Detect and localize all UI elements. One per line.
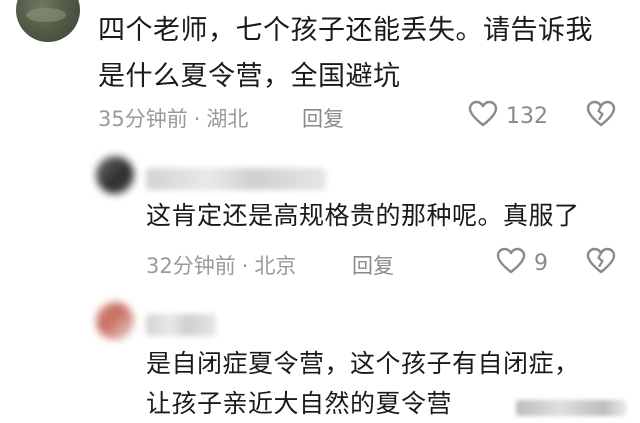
comment-time: 32分钟前 <box>146 254 236 278</box>
comment-text-line: 四个老师，七个孩子还能丢失。请告诉我 <box>98 15 593 46</box>
meta-separator: · <box>193 107 201 131</box>
username[interactable] <box>146 168 326 190</box>
comment-text-line: 是什么夏令营，全国避坑 <box>98 61 401 92</box>
like-count: 9 <box>534 250 548 276</box>
comment-location: 北京 <box>254 254 297 278</box>
reply-button[interactable]: 回复 <box>352 250 394 280</box>
heart-outline-icon <box>468 100 498 132</box>
broken-heart-outline-icon <box>586 247 616 279</box>
dislike-button[interactable] <box>586 247 616 279</box>
comment-meta: 35分钟前 · 湖北 <box>98 103 248 133</box>
avatar[interactable] <box>96 156 134 194</box>
comment-location: 湖北 <box>206 107 249 131</box>
comment-text: 是自闭症夏令营，这个孩子有自闭症， 让孩子亲近大自然的夏令营 <box>146 344 580 423</box>
like-count: 132 <box>506 103 548 129</box>
broken-heart-outline-icon <box>586 100 616 132</box>
comment-text: 这肯定还是高规格贵的那种呢。真服了 <box>146 201 580 230</box>
meta-separator: · <box>241 254 249 278</box>
comment-1: 四个老师，七个孩子还能丢失。请告诉我 是什么夏令营，全国避坑 35分钟前 · 湖北 … <box>0 0 640 140</box>
username[interactable] <box>146 314 216 336</box>
heart-outline-icon <box>496 247 526 279</box>
comment-meta: 32分钟前 · 北京 <box>146 250 296 280</box>
comment-time: 35分钟前 <box>98 107 188 131</box>
avatar[interactable] <box>16 0 80 42</box>
avatar[interactable] <box>96 302 134 340</box>
comment-text-line: 让孩子亲近大自然的夏令营 <box>146 389 453 418</box>
like-button[interactable]: 132 <box>468 100 548 132</box>
watermark <box>516 400 626 416</box>
like-button[interactable]: 9 <box>496 247 548 279</box>
comment-text: 四个老师，七个孩子还能丢失。请告诉我 是什么夏令营，全国避坑 <box>98 8 618 100</box>
dislike-button[interactable] <box>586 100 616 132</box>
comment-text-line: 是自闭症夏令营，这个孩子有自闭症， <box>146 349 580 378</box>
reply-button[interactable]: 回复 <box>302 103 344 133</box>
